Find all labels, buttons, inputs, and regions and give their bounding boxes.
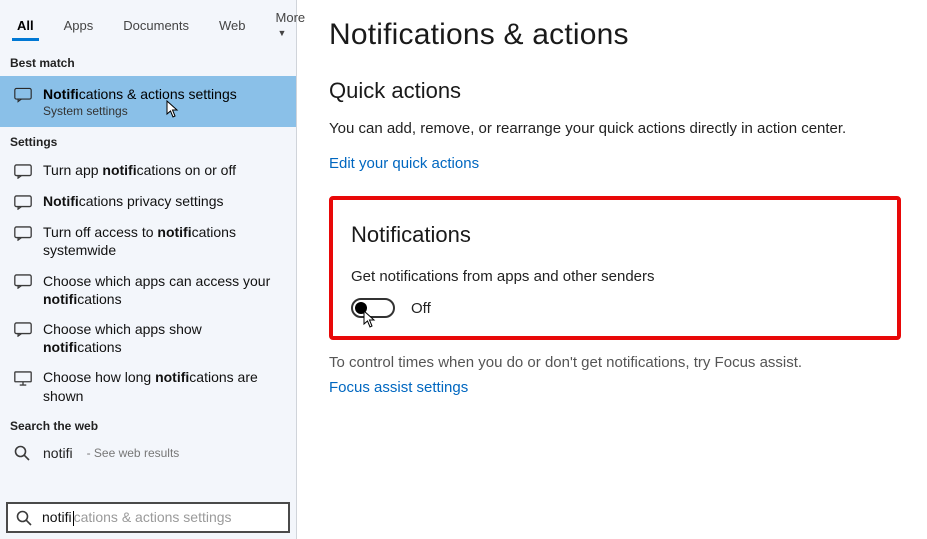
toggle-caption: Get notifications from apps and other se… <box>351 266 879 289</box>
page-title: Notifications & actions <box>329 18 901 52</box>
focus-assist-link[interactable]: Focus assist settings <box>329 379 468 396</box>
search-panel: All Apps Documents Web More ▼ Best match… <box>0 0 297 539</box>
message-icon <box>14 86 32 104</box>
quick-actions-body: You can add, remove, or rearrange your q… <box>329 118 889 141</box>
monitor-icon <box>14 369 32 387</box>
tab-apps[interactable]: Apps <box>51 14 107 41</box>
chevron-down-icon: ▼ <box>278 28 287 38</box>
settings-result[interactable]: Choose how long notifications are shown <box>0 362 296 410</box>
settings-result[interactable]: Choose which apps can access your notifi… <box>0 266 296 314</box>
search-icon <box>16 510 32 526</box>
settings-pane: Notifications & actions Quick actions Yo… <box>297 0 927 539</box>
notifications-heading: Notifications <box>351 222 879 248</box>
settings-result[interactable]: Choose which apps show notifications <box>0 314 296 362</box>
message-icon <box>14 193 32 211</box>
tab-web[interactable]: Web <box>206 14 259 41</box>
search-input[interactable]: notifications & actions settings <box>42 509 280 526</box>
toggle-knob <box>355 302 367 314</box>
focus-assist-body: To control times when you do or don't ge… <box>329 352 889 375</box>
quick-actions-heading: Quick actions <box>329 78 901 104</box>
toggle-state-label: Off <box>411 300 431 317</box>
search-icon <box>14 445 32 461</box>
message-icon <box>14 321 32 339</box>
notifications-toggle[interactable] <box>351 298 395 318</box>
highlight-box: Notifications Get notifications from app… <box>329 196 901 341</box>
group-best-match: Best match <box>0 48 296 76</box>
best-match-result[interactable]: Notifications & actions settings System … <box>0 76 296 127</box>
settings-result[interactable]: Notifications privacy settings <box>0 186 296 217</box>
message-icon <box>14 162 32 180</box>
web-search-result[interactable]: notifi - See web results <box>0 439 296 467</box>
tab-all[interactable]: All <box>4 14 47 41</box>
tab-documents[interactable]: Documents <box>110 14 202 41</box>
group-settings: Settings <box>0 127 296 155</box>
message-icon <box>14 273 32 291</box>
search-input-row[interactable]: notifications & actions settings <box>6 502 290 533</box>
settings-result[interactable]: Turn off access to notifications systemw… <box>0 217 296 265</box>
edit-quick-actions-link[interactable]: Edit your quick actions <box>329 155 479 172</box>
best-match-text: Notifications & actions settings System … <box>43 85 237 118</box>
message-icon <box>14 224 32 242</box>
group-search-web: Search the web <box>0 411 296 439</box>
settings-result[interactable]: Turn app notifications on or off <box>0 155 296 186</box>
search-tabs: All Apps Documents Web More ▼ <box>0 0 296 48</box>
